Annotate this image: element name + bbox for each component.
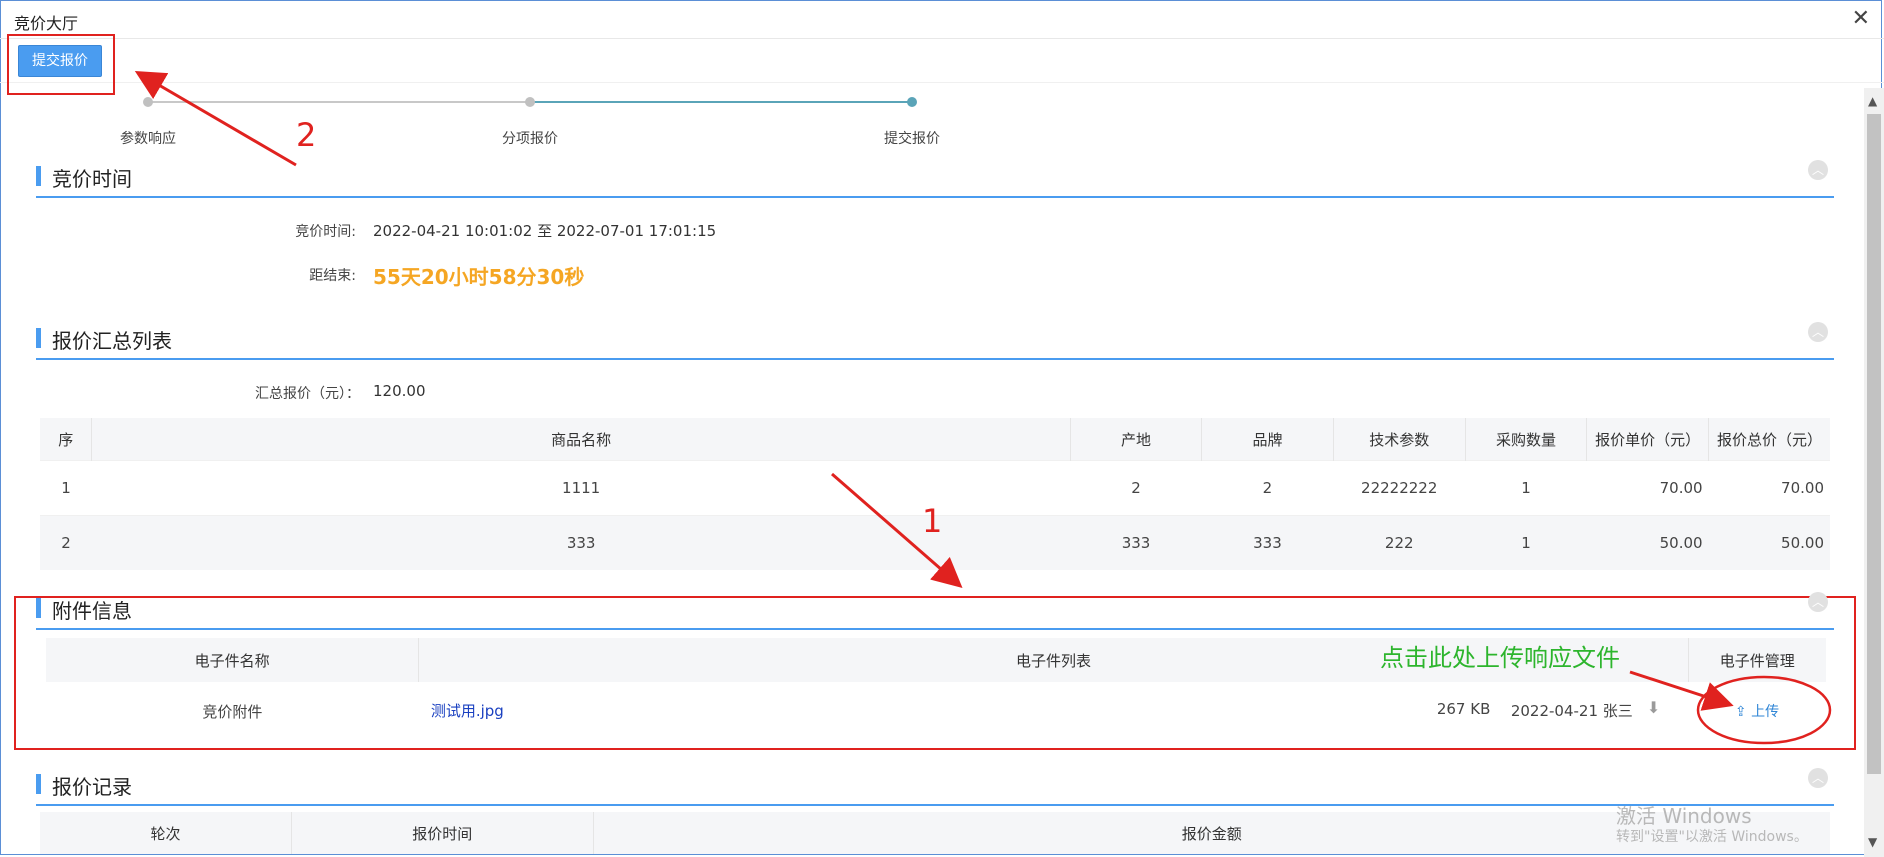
annotation-arrow-1: [831, 472, 963, 588]
annotation-arrow-2: [134, 70, 297, 167]
annotation-circle-upload: [1696, 675, 1832, 745]
watermark-line2: 转到"设置"以激活 Windows。: [1616, 829, 1808, 845]
annotation-overlay: [134, 70, 1832, 745]
watermark-line1: 激活 Windows: [1616, 804, 1752, 828]
